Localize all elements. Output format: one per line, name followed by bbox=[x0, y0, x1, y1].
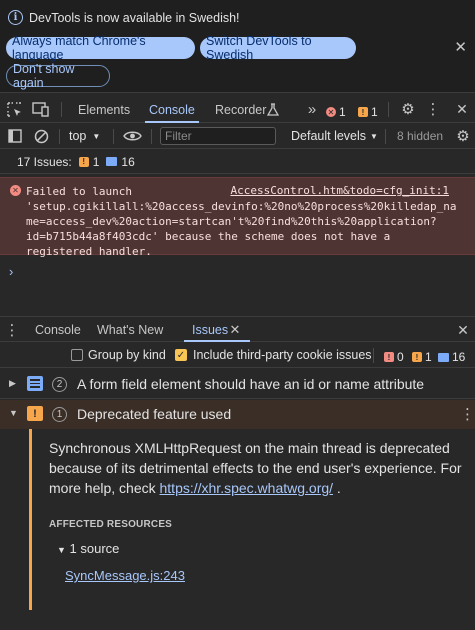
toolbar-divider bbox=[388, 102, 389, 117]
warning-counter[interactable]: ! 1 bbox=[358, 105, 378, 119]
affected-resources-heading: AFFECTED RESOURCES bbox=[49, 519, 173, 530]
console-settings-gear-icon[interactable]: ⚙ bbox=[455, 128, 471, 145]
sources-toggle[interactable]: ▼ 1 source bbox=[57, 541, 119, 556]
close-icon[interactable]: ✕ bbox=[454, 38, 467, 56]
warning-icon: ! bbox=[78, 156, 89, 167]
language-infobar: i DevTools is now available in Swedish! … bbox=[0, 0, 475, 93]
error-icon: ✕ bbox=[10, 185, 21, 196]
drawer-tab-issues[interactable]: Issues bbox=[183, 317, 251, 342]
tab-elements[interactable]: Elements bbox=[78, 96, 130, 123]
info-message-icon bbox=[438, 352, 449, 362]
issues-info-counter: 16 bbox=[438, 350, 465, 364]
drawer-tab-whats-new[interactable]: What's New bbox=[97, 317, 163, 342]
issues-count-label: 17 Issues: bbox=[17, 154, 72, 169]
clear-console-icon[interactable] bbox=[33, 128, 49, 144]
tab-console[interactable]: Console bbox=[145, 96, 199, 123]
issue-row-expanded[interactable]: ▼ ! 1 Deprecated feature used ⋮ bbox=[0, 400, 475, 429]
toolbar-divider bbox=[61, 102, 62, 117]
issue-description: Synchronous XMLHttpRequest on the main t… bbox=[49, 438, 467, 498]
infobar-message-row: i DevTools is now available in Swedish! bbox=[8, 10, 240, 25]
chevron-down-icon: ▼ bbox=[9, 408, 18, 418]
source-file-link[interactable]: SyncMessage.js:243 bbox=[65, 568, 185, 583]
warning-icon: ! bbox=[358, 107, 368, 117]
dont-show-again-button[interactable]: Don't show again bbox=[6, 62, 110, 90]
toolbar-divider bbox=[59, 129, 60, 144]
gear-icon[interactable]: ⚙ bbox=[400, 101, 416, 118]
issues-warning-count: 1 bbox=[92, 154, 100, 169]
issue-title: A form field element should have an id o… bbox=[77, 376, 425, 392]
error-icon: ! bbox=[384, 352, 394, 362]
kebab-menu-icon[interactable]: ⋮ bbox=[426, 101, 441, 118]
infobar-message: DevTools is now available in Swedish! bbox=[29, 10, 240, 25]
log-levels-label: Default levels bbox=[291, 129, 367, 143]
close-tab-icon[interactable]: ✕ bbox=[229, 322, 241, 338]
drawer-menu-icon[interactable]: ⋮ bbox=[5, 322, 20, 339]
issues-info-count: 16 bbox=[121, 154, 135, 169]
issue-menu-icon[interactable]: ⋮ bbox=[460, 405, 475, 423]
error-count: 1 bbox=[339, 105, 346, 119]
error-counter[interactable]: ✕ 1 bbox=[326, 105, 346, 119]
spec-link[interactable]: https://xhr.spec.whatwg.org/ bbox=[160, 480, 334, 496]
issue-title: Deprecated feature used bbox=[77, 406, 232, 422]
warning-icon: ! bbox=[412, 352, 422, 362]
issues-info-count: 16 bbox=[452, 350, 466, 364]
console-error-message: ✕ Failed to launch 'setup.cgikillall:%20… bbox=[0, 177, 475, 258]
context-selector[interactable]: top ▼ bbox=[69, 129, 100, 143]
group-by-kind-checkbox[interactable] bbox=[71, 349, 83, 361]
main-tab-bar: Elements Console Recorder » ✕ 1 ! 1 ⚙ ⋮ … bbox=[0, 96, 475, 123]
issues-summary-bar[interactable]: 17 Issues: ! 1 16 bbox=[0, 150, 475, 174]
toolbar-divider bbox=[113, 129, 114, 144]
info-icon: i bbox=[8, 10, 23, 25]
inspect-element-icon[interactable] bbox=[6, 101, 22, 117]
dropdown-arrow-icon: ▼ bbox=[370, 131, 378, 141]
log-levels-dropdown[interactable]: Default levels ▼ bbox=[291, 129, 378, 143]
warning-count: 1 bbox=[371, 105, 378, 119]
chevron-down-icon: ▼ bbox=[57, 545, 66, 555]
third-party-cookie-label: Include third-party cookie issues bbox=[193, 348, 372, 362]
warning-issue-icon: ! bbox=[27, 406, 43, 421]
info-message-icon bbox=[106, 157, 118, 166]
close-drawer-icon[interactable]: ✕ bbox=[456, 322, 470, 338]
context-label: top bbox=[69, 129, 87, 143]
issue-details: Synchronous XMLHttpRequest on the main t… bbox=[0, 429, 475, 630]
third-party-cookie-checkbox[interactable]: ✓ bbox=[175, 349, 187, 361]
group-by-kind-label: Group by kind bbox=[88, 348, 166, 362]
device-toolbar-icon[interactable] bbox=[32, 101, 50, 117]
issues-error-counter: ! 0 bbox=[384, 350, 404, 364]
always-match-language-button[interactable]: Always match Chrome's language bbox=[6, 34, 195, 62]
info-issue-icon bbox=[27, 376, 43, 391]
issues-error-count: 0 bbox=[397, 350, 404, 364]
error-icon: ✕ bbox=[326, 107, 336, 117]
issue-count: 1 bbox=[52, 407, 67, 422]
issues-toolbar: Group by kind ✓ Include third-party cook… bbox=[0, 343, 475, 368]
close-devtools-icon[interactable]: ✕ bbox=[455, 101, 469, 117]
eye-icon[interactable] bbox=[122, 128, 142, 144]
toolbar-divider bbox=[151, 129, 152, 144]
sources-label: 1 source bbox=[69, 541, 120, 556]
error-source-link[interactable]: AccessControl.htm&todo=cfg_init:1 bbox=[230, 184, 449, 197]
toolbar-divider bbox=[373, 348, 374, 363]
dropdown-arrow-icon: ▼ bbox=[92, 131, 101, 141]
console-toolbar: top ▼ Default levels ▼ 8 hidden ⚙ bbox=[0, 124, 475, 149]
drawer-tab-bar: ⋮ Console What's New Issues ✕ ✕ bbox=[0, 316, 475, 342]
switch-to-swedish-button[interactable]: Switch DevTools to Swedish bbox=[200, 34, 356, 62]
tab-recorder[interactable]: Recorder bbox=[215, 96, 266, 123]
chevron-right-icon: ▶ bbox=[9, 378, 16, 388]
issues-warning-count: 1 bbox=[425, 350, 432, 364]
toolbar-divider bbox=[385, 129, 386, 144]
sidebar-toggle-icon[interactable] bbox=[7, 128, 23, 144]
console-prompt-chevron-icon[interactable]: › bbox=[9, 264, 13, 279]
issue-description-end: . bbox=[333, 480, 341, 496]
more-tabs-chevron-icon[interactable]: » bbox=[304, 100, 320, 118]
hidden-count: 8 hidden bbox=[397, 129, 444, 143]
warning-accent-bar bbox=[29, 429, 32, 610]
issue-row[interactable]: ▶ 2 A form field element should have an … bbox=[0, 370, 475, 399]
flask-icon bbox=[266, 102, 280, 116]
filter-input[interactable] bbox=[160, 127, 276, 145]
issue-count: 2 bbox=[52, 377, 67, 392]
drawer-tab-console[interactable]: Console bbox=[35, 317, 81, 342]
issues-warning-counter: ! 1 bbox=[412, 350, 432, 364]
